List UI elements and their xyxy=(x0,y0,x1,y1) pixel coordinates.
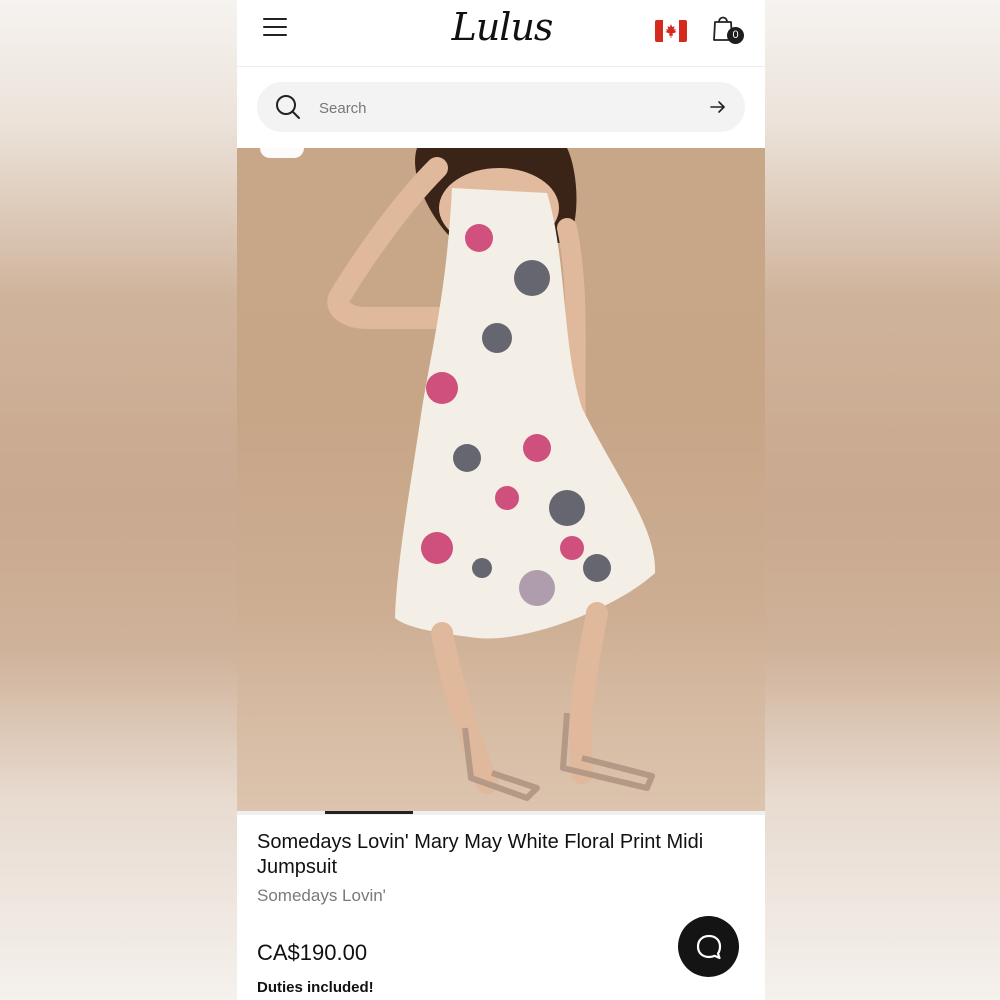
search-input[interactable] xyxy=(317,92,681,124)
search-icon[interactable] xyxy=(275,94,301,120)
model-photo-illustration xyxy=(327,148,656,801)
image-carousel-indicator xyxy=(237,811,765,815)
carousel-active-segment xyxy=(325,811,413,814)
product-brand[interactable]: Somedays Lovin' xyxy=(257,886,386,906)
wishlist-button[interactable] xyxy=(260,148,304,158)
product-title: Somedays Lovin' Mary May White Floral Pr… xyxy=(257,831,704,878)
blurred-backdrop-right xyxy=(765,0,1000,1000)
mobile-screen: Lulus 0 Search Somedays Lovin' Mary May … xyxy=(237,0,765,1000)
product-price: CA$190.00 xyxy=(257,940,368,965)
blurred-backdrop-left xyxy=(0,0,237,1000)
chat-support-button[interactable] xyxy=(678,916,739,977)
cart-count-badge[interactable]: 0 xyxy=(727,27,744,44)
chat-bubble-icon xyxy=(696,934,722,960)
search-bar[interactable] xyxy=(257,82,745,132)
hamburger-menu-icon[interactable] xyxy=(263,18,287,38)
site-logo[interactable]: Lulus xyxy=(447,2,557,52)
duties-note: Duties included! xyxy=(257,979,374,996)
product-image[interactable] xyxy=(237,148,765,812)
canada-flag-icon[interactable] xyxy=(655,20,687,42)
arrow-right-icon[interactable] xyxy=(709,98,727,116)
top-navigation-bar: Lulus 0 xyxy=(237,0,765,67)
